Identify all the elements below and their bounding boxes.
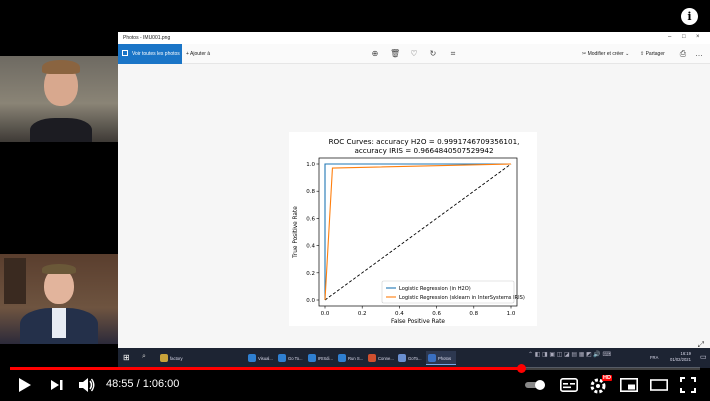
taskbar-app-label: Conne... — [378, 356, 394, 361]
taskbar-app-2[interactable]: Go To... — [276, 351, 306, 365]
play-icon[interactable] — [18, 377, 32, 393]
y-axis-label: True Positive Rate — [293, 206, 299, 259]
x-axis-label: False Positive Rate — [391, 319, 445, 325]
taskbar-app-1[interactable]: Visual... — [246, 351, 276, 365]
x-tick-label: 1.0 — [507, 311, 516, 317]
clock[interactable]: 16:19 01/02/2021 — [670, 351, 691, 363]
app-icon — [368, 354, 376, 362]
taskbar-app-label: GoTo... — [408, 356, 422, 361]
y-tick-label: 0.4 — [306, 244, 315, 250]
favorite-icon[interactable]: ♡ — [409, 49, 419, 59]
photos-icon — [122, 50, 128, 56]
progress-bar[interactable] — [10, 364, 700, 373]
window-title: Photos - IMU001.png — [123, 35, 171, 41]
view-all-photos-button[interactable]: Voir toutes les photos — [118, 44, 182, 64]
x-tick-label: 0.0 — [321, 311, 330, 317]
y-tick-label: 0.6 — [306, 216, 315, 222]
time-separator: / — [136, 378, 140, 390]
rotate-icon[interactable]: ↻ — [428, 49, 438, 59]
y-tick-label: 0.8 — [306, 189, 315, 195]
crop-icon[interactable]: ⌗ — [448, 49, 458, 59]
x-tick-label: 0.8 — [469, 311, 478, 317]
progress-scrubber[interactable] — [516, 364, 526, 373]
taskbar-app-7[interactable]: Photos — [426, 351, 456, 365]
duration: 1:06:00 — [142, 378, 180, 390]
reference-diagonal-line — [324, 163, 512, 301]
x-tick-label: 0.2 — [358, 311, 367, 317]
taskbar-app-label: IRISdi... — [318, 356, 333, 361]
close-icon[interactable]: × — [696, 34, 700, 40]
more-options-icon[interactable]: … — [694, 49, 704, 59]
chart-subtitle: accuracy IRIS = 0.9664840507529942 — [354, 146, 493, 155]
taskbar-app-4[interactable]: Run S... — [336, 351, 366, 365]
x-tick-label: 0.4 — [395, 311, 404, 317]
edit-and-create-button[interactable]: ✂ Modifier et créer ⌄ — [582, 51, 629, 57]
taskbar-app-label: Run S... — [348, 356, 364, 361]
system-tray-icons[interactable]: ⌃ ◧ ◨ ▣ ◫ ◪ ▤ ▦ ◩ 🔊 ⌨ — [528, 351, 611, 358]
edit-label: Modifier et créer — [587, 51, 624, 57]
app-icon — [428, 354, 436, 362]
notifications-icon[interactable]: ▭ — [700, 353, 707, 361]
volume-icon[interactable] — [78, 377, 96, 393]
roc-chart-image: ROC Curves: accuracy H2O = 0.99917467093… — [289, 132, 537, 326]
taskbar-app-label: Photos — [438, 356, 452, 361]
theater-mode-icon[interactable] — [650, 378, 668, 392]
zoom-icon[interactable]: ⊕ — [370, 49, 380, 59]
photos-toolbar: Voir toutes les photos + Ajouter à ⊕ 🗑 ♡… — [118, 44, 710, 64]
miniplayer-icon[interactable] — [620, 378, 638, 392]
subtitles-icon[interactable] — [560, 378, 578, 392]
y-tick-label: 0.2 — [306, 271, 315, 277]
roc-chart: ROC Curves: accuracy H2O = 0.99917467093… — [293, 137, 525, 325]
language-indicator[interactable]: FRA — [650, 355, 658, 360]
maximize-icon[interactable]: □ — [682, 34, 686, 40]
taskbar-app-label: factory — [170, 356, 183, 361]
shared-screen: Photos - IMU001.png – □ × Voir toutes le… — [118, 32, 710, 368]
app-icon — [308, 354, 316, 362]
taskbar-app-3[interactable]: IRISdi... — [306, 351, 336, 365]
add-to-button[interactable]: + Ajouter à — [186, 51, 210, 57]
current-time: 48:55 — [106, 378, 134, 390]
chart-title: ROC Curves: accuracy H2O = 0.99917467093… — [329, 137, 520, 146]
app-icon — [278, 354, 286, 362]
hd-badge: HD — [602, 375, 612, 381]
windows-taskbar: ⊞ ⌕ factory Visual... Go To... IRISdi... Run… — [118, 348, 710, 368]
taskbar-app-0[interactable]: factory — [158, 351, 186, 365]
delete-icon[interactable]: 🗑 — [390, 49, 400, 59]
app-titlebar: Photos - IMU001.png – □ × — [118, 32, 710, 44]
webcam-panel-speaker-1 — [0, 56, 118, 142]
legend-label-1: Logistic Regression (sklearn in InterSys… — [399, 295, 525, 301]
taskbar-app-label: Go To... — [288, 356, 303, 361]
taskbar-app-label: Visual... — [258, 356, 273, 361]
start-icon[interactable]: ⊞ — [123, 353, 130, 362]
share-label: Partager — [645, 51, 665, 57]
add-to-label: Ajouter à — [190, 51, 211, 57]
y-tick-label: 0.0 — [306, 298, 315, 304]
view-all-photos-label: Voir toutes les photos — [132, 51, 180, 57]
app-icon — [398, 354, 406, 362]
search-icon[interactable]: ⌕ — [142, 353, 146, 361]
webcam-panel-speaker-2 — [0, 254, 118, 344]
legend-label-0: Logistic Regression (in H2O) — [399, 286, 471, 292]
progress-played — [10, 367, 522, 370]
share-button[interactable]: ⇪ Partager — [640, 51, 665, 57]
taskbar-app-5[interactable]: Conne... — [366, 351, 396, 365]
time-display: 48:55 / 1:06:00 — [106, 378, 179, 390]
app-icon — [338, 354, 346, 362]
autoplay-toggle[interactable] — [525, 380, 547, 390]
x-tick-label: 0.6 — [432, 311, 441, 317]
next-icon[interactable] — [50, 379, 64, 391]
print-icon[interactable]: ⎙ — [678, 49, 688, 59]
app-icon — [160, 354, 168, 362]
taskbar-app-6[interactable]: GoTo... — [396, 351, 426, 365]
clock-date: 01/02/2021 — [670, 357, 691, 362]
minimize-icon[interactable]: – — [668, 34, 671, 40]
y-tick-label: 1.0 — [306, 162, 315, 168]
app-icon — [248, 354, 256, 362]
photo-canvas: ROC Curves: accuracy H2O = 0.99917467093… — [118, 64, 710, 356]
info-icon[interactable]: i — [681, 8, 698, 25]
fullscreen-icon[interactable] — [680, 377, 696, 393]
video-player[interactable]: i Photos - IMU001.png – □ × Voir toutes … — [0, 0, 710, 401]
